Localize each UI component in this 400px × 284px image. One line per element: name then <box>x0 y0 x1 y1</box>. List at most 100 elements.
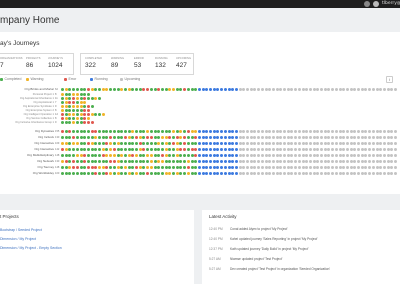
journey-status-dot[interactable] <box>279 154 283 157</box>
journey-status-dot[interactable] <box>72 160 76 163</box>
journey-status-dot[interactable] <box>149 148 153 151</box>
journey-status-dot[interactable] <box>257 172 261 175</box>
journey-status-dot[interactable] <box>101 136 105 139</box>
journey-status-dot[interactable] <box>283 154 286 157</box>
journey-status-dot[interactable] <box>201 142 205 145</box>
journey-status-dot[interactable] <box>160 130 164 133</box>
journey-status-dot[interactable] <box>386 88 390 91</box>
journey-status-dot[interactable] <box>334 172 338 175</box>
journey-status-dot[interactable] <box>275 166 279 169</box>
journey-status-dot[interactable] <box>334 142 338 145</box>
journey-status-dot[interactable] <box>382 148 386 151</box>
journey-status-dot[interactable] <box>327 160 331 163</box>
journey-status-dot[interactable] <box>264 166 268 169</box>
journey-status-dot[interactable] <box>90 142 94 145</box>
journey-status-dot[interactable] <box>308 148 312 151</box>
journey-status-dot[interactable] <box>253 148 257 151</box>
journey-status-dot[interactable] <box>127 142 131 145</box>
journey-status-dot[interactable] <box>379 166 383 169</box>
journey-status-dot[interactable] <box>175 148 179 151</box>
journey-status-dot[interactable] <box>294 172 298 175</box>
journey-status-dot[interactable] <box>186 130 190 133</box>
journey-status-dot[interactable] <box>138 142 142 145</box>
journey-status-dot[interactable] <box>275 172 279 175</box>
journey-status-dot[interactable] <box>194 154 198 157</box>
journey-status-dot[interactable] <box>190 142 194 145</box>
journey-status-dot[interactable] <box>94 130 98 133</box>
journey-status-dot[interactable] <box>116 88 120 91</box>
journey-status-dot[interactable] <box>234 88 238 91</box>
journey-status-dot[interactable] <box>172 136 175 139</box>
legend-upcoming[interactable]: Upcoming <box>120 77 140 81</box>
journey-status-dot[interactable] <box>131 142 135 145</box>
journey-status-dot[interactable] <box>220 136 224 139</box>
journey-status-dot[interactable] <box>116 154 120 157</box>
journey-status-dot[interactable] <box>371 142 375 145</box>
journey-status-dot[interactable] <box>179 166 183 169</box>
journey-status-dot[interactable] <box>308 130 312 133</box>
journey-status-dot[interactable] <box>94 154 98 157</box>
journey-status-dot[interactable] <box>79 154 83 157</box>
journey-status-dot[interactable] <box>394 88 397 91</box>
journey-status-dot[interactable] <box>223 172 227 175</box>
journey-status-dot[interactable] <box>286 130 290 133</box>
journey-status-dot[interactable] <box>312 172 316 175</box>
journey-status-dot[interactable] <box>379 148 383 151</box>
journey-status-dot[interactable] <box>231 88 235 91</box>
journey-row[interactable]: Org Tourney 148 <box>0 165 400 170</box>
journey-status-dot[interactable] <box>368 166 372 169</box>
journey-status-dot[interactable] <box>308 160 312 163</box>
journey-status-dot[interactable] <box>394 148 397 151</box>
journey-status-dot[interactable] <box>183 148 187 151</box>
journey-status-dot[interactable] <box>312 154 316 157</box>
journey-status-dot[interactable] <box>98 130 101 133</box>
journey-status-dot[interactable] <box>334 148 338 151</box>
journey-status-dot[interactable] <box>227 142 231 145</box>
journey-status-dot[interactable] <box>109 148 113 151</box>
journey-status-dot[interactable] <box>83 88 87 91</box>
journey-status-dot[interactable] <box>249 154 253 157</box>
journey-status-dot[interactable] <box>338 142 342 145</box>
journey-status-dot[interactable] <box>375 136 379 139</box>
journey-status-dot[interactable] <box>323 88 327 91</box>
journey-status-dot[interactable] <box>234 136 238 139</box>
journey-status-dot[interactable] <box>238 160 242 163</box>
journey-status-dot[interactable] <box>264 172 268 175</box>
journey-status-dot[interactable] <box>331 166 335 169</box>
journey-status-dot[interactable] <box>157 166 161 169</box>
journey-status-dot[interactable] <box>112 154 116 157</box>
journey-status-dot[interactable] <box>127 88 131 91</box>
journey-status-dot[interactable] <box>316 136 320 139</box>
journey-status-dot[interactable] <box>275 136 279 139</box>
journey-status-dot[interactable] <box>371 160 375 163</box>
journey-status-dot[interactable] <box>209 148 212 151</box>
journey-status-dot[interactable] <box>364 136 368 139</box>
journey-status-dot[interactable] <box>212 154 216 157</box>
journey-status-dot[interactable] <box>127 166 131 169</box>
journey-status-dot[interactable] <box>246 172 249 175</box>
journey-status-dot[interactable] <box>320 142 323 145</box>
journey-status-dot[interactable] <box>345 154 349 157</box>
journey-status-dot[interactable] <box>105 166 109 169</box>
journey-status-dot[interactable] <box>64 121 68 124</box>
journey-status-dot[interactable] <box>105 160 109 163</box>
journey-status-dot[interactable] <box>320 88 323 91</box>
journey-status-dot[interactable] <box>364 148 368 151</box>
journey-status-dot[interactable] <box>379 154 383 157</box>
journey-status-dot[interactable] <box>64 130 68 133</box>
journey-status-dot[interactable] <box>131 166 135 169</box>
journey-status-dot[interactable] <box>375 142 379 145</box>
journey-status-dot[interactable] <box>179 160 183 163</box>
journey-status-dot[interactable] <box>257 142 261 145</box>
journey-status-dot[interactable] <box>112 166 116 169</box>
journey-status-dot[interactable] <box>382 142 386 145</box>
journey-status-dot[interactable] <box>390 154 394 157</box>
journey-status-dot[interactable] <box>101 142 105 145</box>
journey-status-dot[interactable] <box>138 136 142 139</box>
journey-status-dot[interactable] <box>283 148 286 151</box>
journey-status-dot[interactable] <box>123 154 127 157</box>
journey-status-dot[interactable] <box>116 136 120 139</box>
journey-status-dot[interactable] <box>168 130 172 133</box>
journey-status-dot[interactable] <box>297 172 301 175</box>
journey-status-dot[interactable] <box>131 172 135 175</box>
